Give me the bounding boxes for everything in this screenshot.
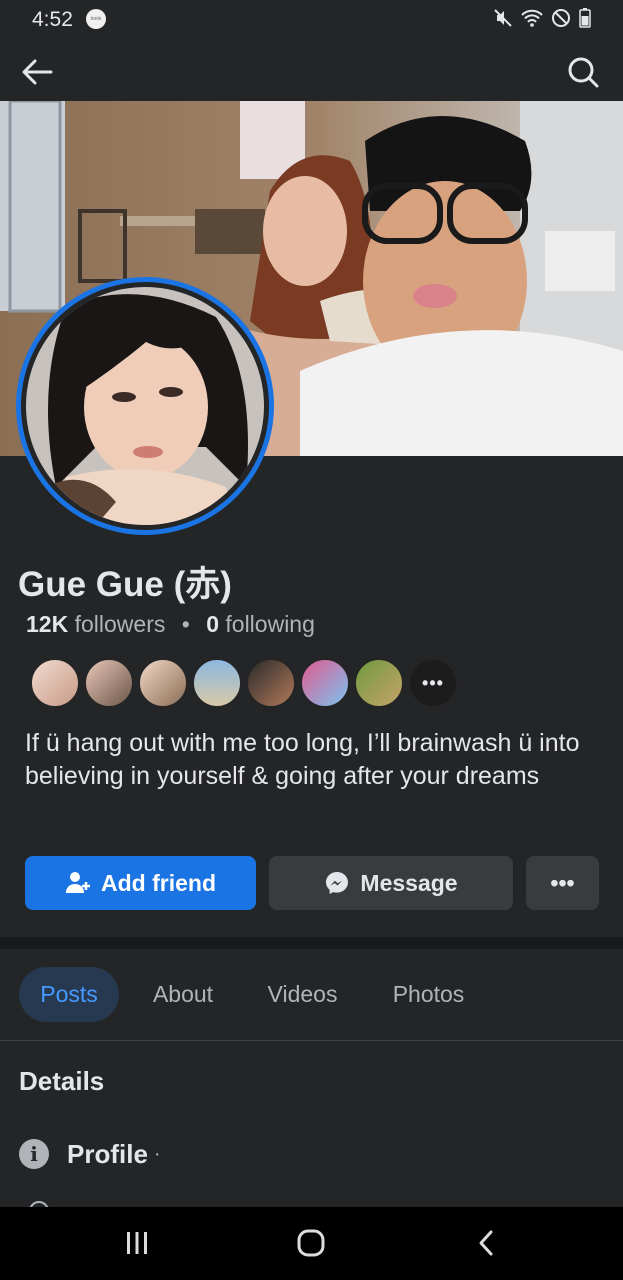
details-heading: Details [19,1066,105,1096]
battery-icon [579,8,591,28]
recent-apps-icon [127,1232,147,1254]
profile-picture[interactable] [16,277,274,535]
more-options-button[interactable]: ••• [526,856,599,910]
friend-avatar[interactable] [30,658,80,708]
profile-suffix: · [153,1142,161,1165]
profile-type-label: Profile [67,1138,148,1169]
tab-videos[interactable]: Videos [250,967,355,1022]
following-label: following [225,611,315,637]
more-friends-button[interactable]: ••• [408,658,458,708]
followers-count: 12K [26,611,69,637]
profile-tabs: Posts About Videos Photos [0,949,623,1041]
home-icon [297,1229,325,1257]
following-count: 0 [206,611,219,637]
message-button[interactable]: Message [269,856,513,910]
wifi-icon [521,9,543,27]
add-friend-button[interactable]: Add friend [25,856,256,910]
mute-icon [494,9,512,27]
system-back-button[interactable] [466,1225,506,1261]
message-label: Message [360,869,458,896]
system-navigation-bar [0,1207,623,1280]
chevron-left-icon [479,1230,493,1256]
status-time: 4:52 [32,8,73,31]
info-icon: i [19,1139,49,1169]
back-arrow-icon [22,59,53,85]
section-divider [0,937,623,949]
recent-apps-button[interactable] [117,1225,157,1261]
avatar-border [21,282,269,530]
tab-posts[interactable]: Posts [19,967,119,1022]
profile-name: Gue Gue (赤) [18,565,232,604]
avatar-image [26,287,264,525]
add-friend-label: Add friend [101,869,216,896]
follow-stats[interactable]: 12K followers • 0 following [26,611,315,638]
friend-avatar[interactable] [192,658,242,708]
friend-avatar[interactable] [300,658,350,708]
top-navigation [0,40,623,102]
friend-avatar[interactable] [138,658,188,708]
friend-avatar[interactable] [84,658,134,708]
home-button[interactable] [291,1225,331,1261]
back-button[interactable] [18,52,58,92]
tab-about[interactable]: About [136,967,230,1022]
stats-separator: • [181,611,190,637]
tab-photos[interactable]: Photos [375,967,482,1022]
followers-label: followers [74,611,166,637]
search-button[interactable] [563,52,603,92]
do-not-disturb-icon [552,9,570,27]
status-icons [493,8,591,28]
profile-bio: If ü hang out with me too long, I’ll bra… [25,729,580,790]
notification-badge: tonle [86,9,106,29]
friend-avatar[interactable] [246,658,296,708]
status-bar: 4:52 tonle [0,0,623,40]
messenger-icon [326,872,349,894]
details-profile-row[interactable]: i Profile · [19,1137,161,1171]
search-icon [568,57,599,88]
more-options-icon: ••• [550,869,575,896]
friend-avatar[interactable] [354,658,404,708]
add-person-icon [66,872,90,893]
